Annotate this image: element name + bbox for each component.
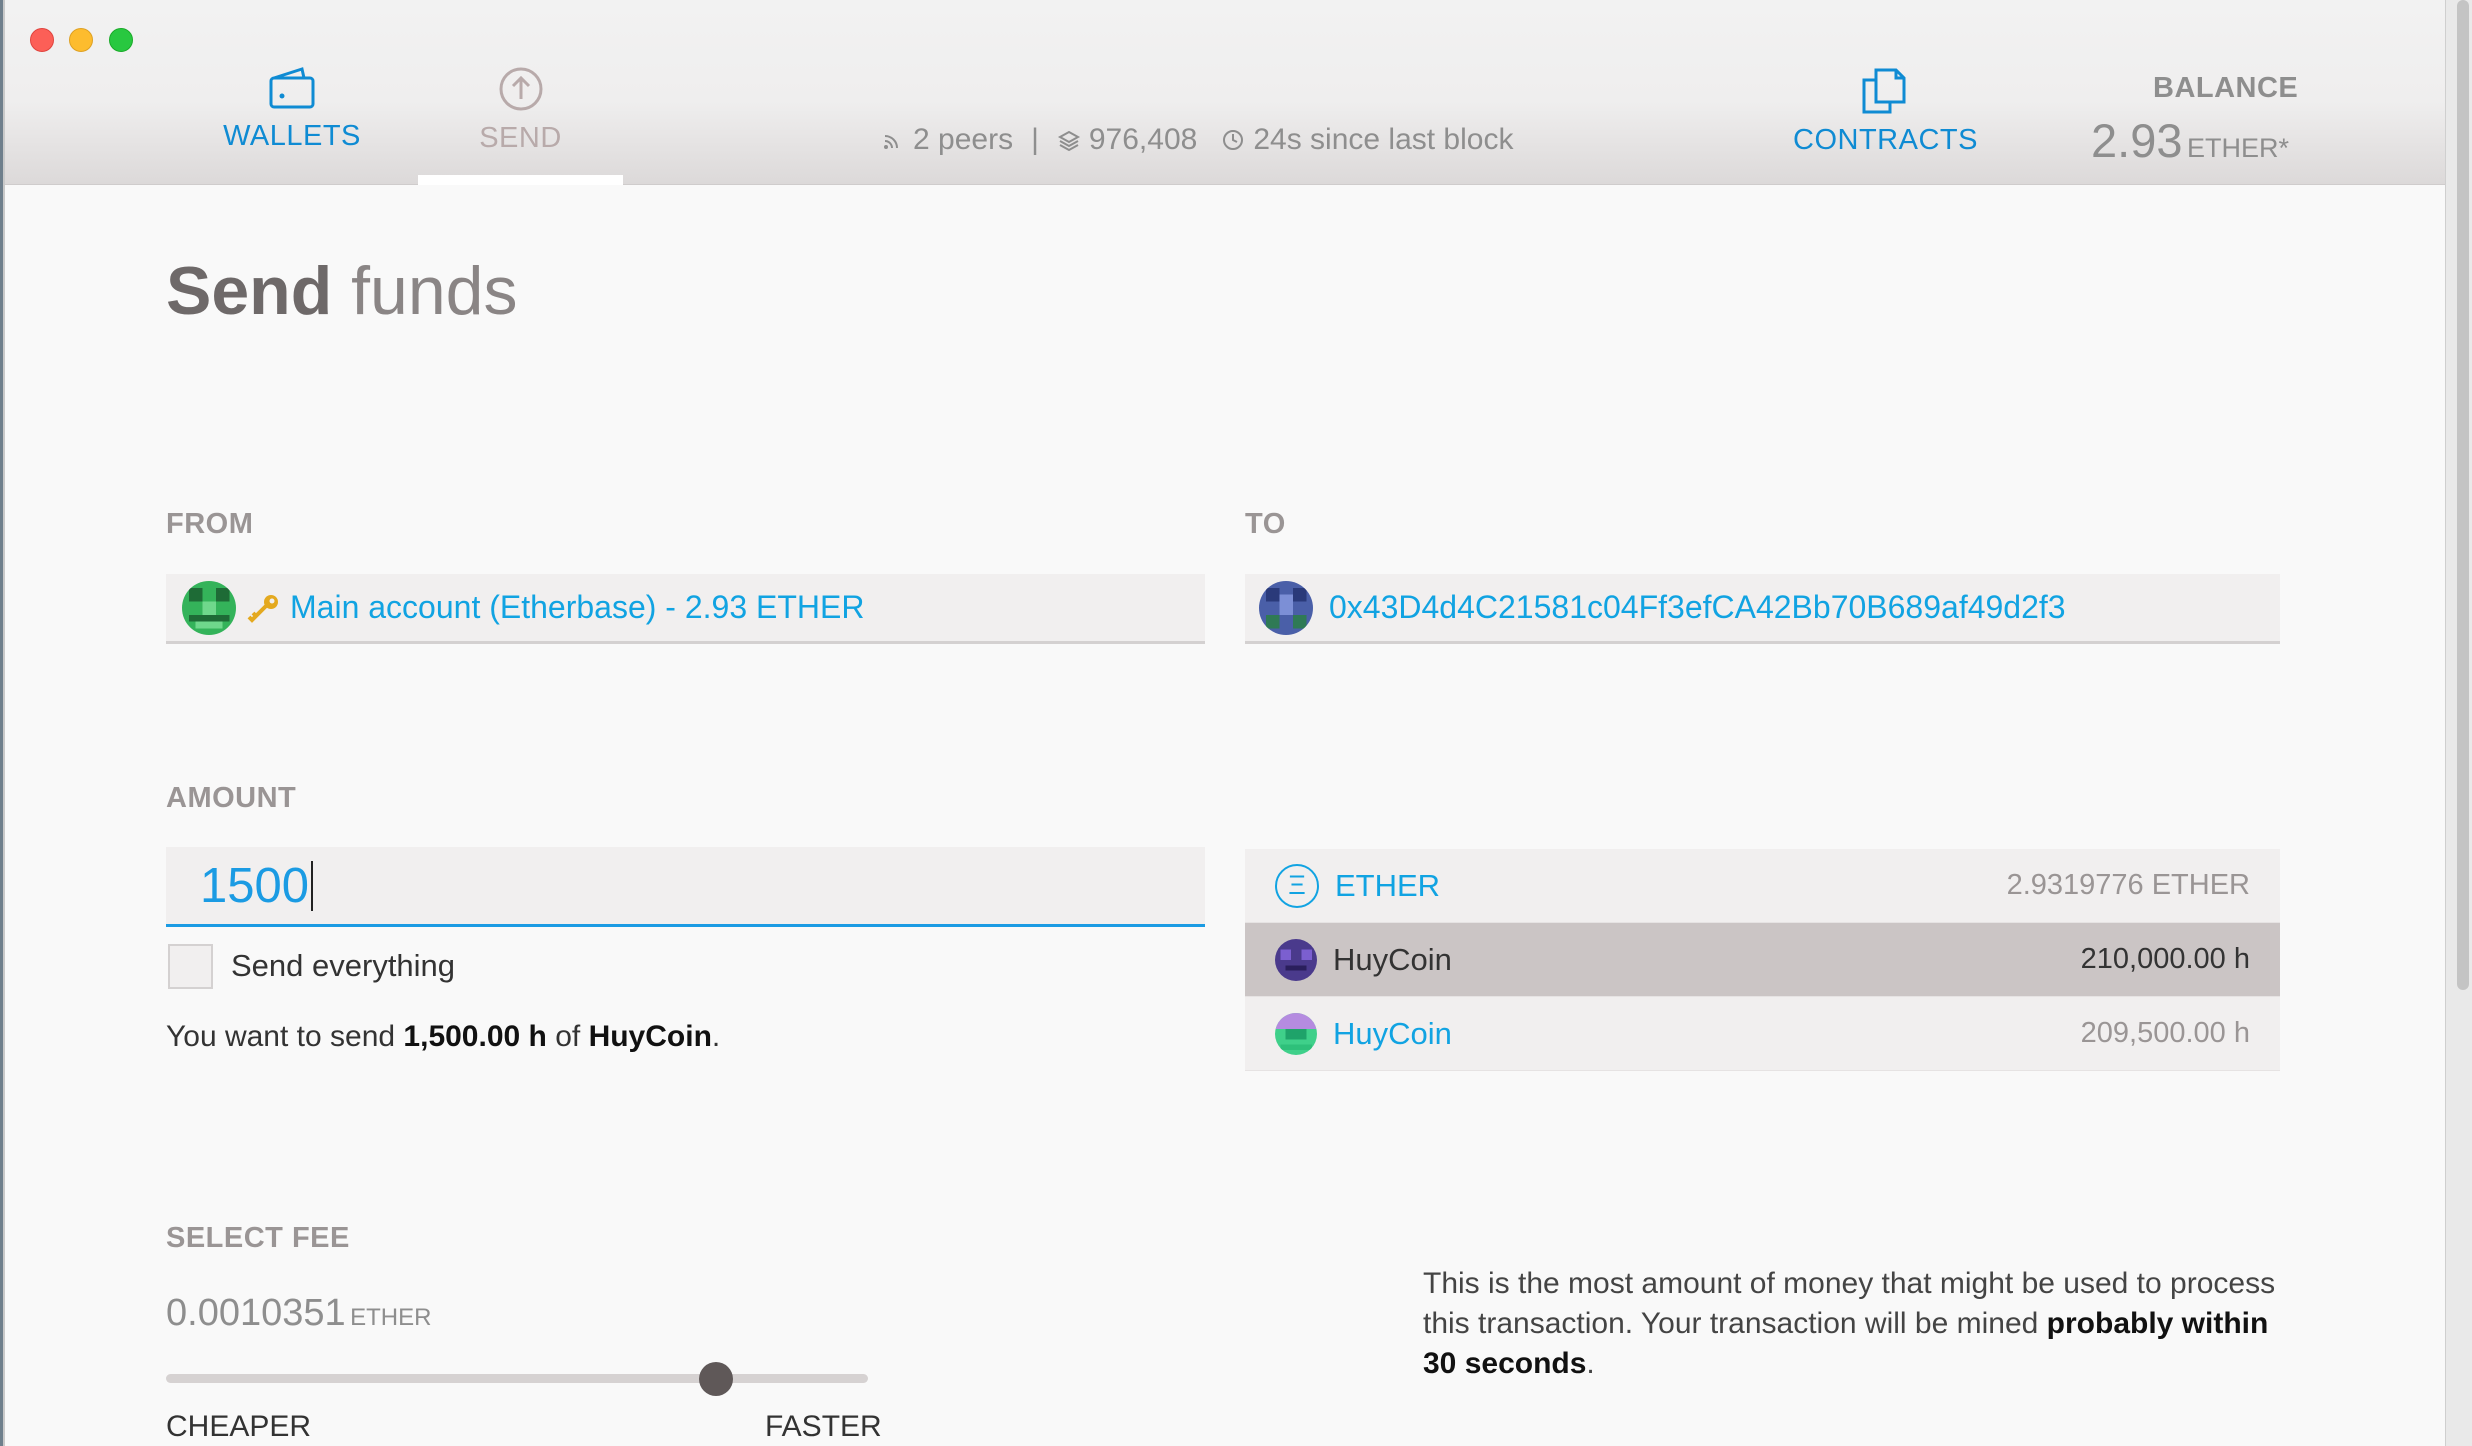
token-name: HuyCoin: [1333, 1015, 1452, 1051]
slider-max-label: FASTER: [765, 1410, 882, 1443]
time-since-block: 24s since last block: [1253, 123, 1514, 156]
fee-slider-thumb[interactable]: [699, 1362, 733, 1396]
to-address-avatar: [1259, 580, 1313, 635]
to-address-input[interactable]: 0x43D4d4C21581c04Ff3efCA42Bb70B689af49d2…: [1245, 574, 2280, 644]
scrollbar-area: [2445, 0, 2472, 1446]
amount-value: 1500: [200, 858, 310, 913]
token-name: HuyCoin: [1333, 941, 1452, 977]
peers-count: 2 peers: [913, 123, 1014, 156]
fee-value: 0.0010351: [166, 1292, 346, 1334]
token-option-huycoin[interactable]: HuyCoin 209,500.00 h: [1245, 997, 2280, 1071]
token-option-huycoin-selected[interactable]: HuyCoin 210,000.00 h: [1245, 923, 2280, 997]
nav-wallets-label: WALLETS: [223, 120, 361, 152]
fee-slider-track[interactable]: [166, 1374, 868, 1383]
balance-unit: ETHER*: [2186, 133, 2289, 163]
peers-icon: [884, 135, 898, 149]
summary-suffix: .: [711, 1020, 721, 1053]
zoom-window-button[interactable]: [109, 28, 133, 52]
ether-icon: Ξ: [1275, 863, 1319, 908]
status-divider: |: [1031, 123, 1039, 156]
token-balance: 2.9319776 ETHER: [2006, 869, 2250, 901]
page-title: Send funds: [166, 252, 518, 330]
text-caret: [311, 860, 314, 911]
fee-note-end: .: [1586, 1347, 1595, 1380]
fee-explanation: This is the most amount of money that mi…: [1423, 1264, 2303, 1384]
fee-amount: 0.0010351 ETHER: [166, 1292, 431, 1335]
balance-label: BALANCE: [2153, 72, 2299, 104]
app-window: WALLETS SEND 2 peers | 976,408 24s since…: [3, 0, 2445, 1446]
nav-send[interactable]: SEND: [418, 66, 623, 185]
amount-label: AMOUNT: [166, 782, 297, 814]
summary-token: HuyCoin: [588, 1020, 712, 1053]
nav-contracts[interactable]: CONTRACTS: [1793, 66, 1977, 157]
network-status: 2 peers | 976,408 24s since last block: [881, 123, 1513, 157]
send-arrow-icon: [499, 67, 542, 111]
to-address-value: 0x43D4d4C21581c04Ff3efCA42Bb70B689af49d2…: [1329, 589, 2066, 625]
amount-input[interactable]: 1500: [166, 847, 1205, 927]
token-balance: 210,000.00 h: [2080, 943, 2250, 975]
token-select-list: Ξ ETHER 2.9319776 ETHER HuyCoin 210,000.…: [1245, 849, 2280, 1071]
close-window-button[interactable]: [30, 28, 54, 52]
nav-send-label: SEND: [479, 122, 562, 154]
summary-mid: of: [546, 1020, 589, 1053]
minimize-window-button[interactable]: [69, 28, 93, 52]
token-balance: 209,500.00 h: [2080, 1017, 2250, 1049]
page-title-bold: Send: [166, 253, 333, 329]
token-option-ether[interactable]: Ξ ETHER 2.9319776 ETHER: [1245, 849, 2280, 923]
contracts-documents-icon: [1862, 68, 1906, 114]
nav-active-indicator: [418, 175, 623, 185]
from-label: FROM: [166, 508, 254, 540]
nav-contracts-label: CONTRACTS: [1793, 124, 1978, 156]
huycoin-purple-icon: [1275, 938, 1317, 981]
huycoin-green-icon: [1275, 1012, 1317, 1055]
fee-unit: ETHER: [350, 1304, 432, 1331]
from-account-select[interactable]: Main account (Etherbase) - 2.93 ETHER: [166, 574, 1205, 644]
token-name: ETHER: [1335, 867, 1441, 903]
to-label: TO: [1245, 508, 1286, 540]
select-fee-label: SELECT FEE: [166, 1222, 350, 1254]
from-account-name: Main account (Etherbase) - 2.93 ETHER: [290, 589, 865, 625]
summary-amount: 1,500.00 h: [403, 1020, 547, 1053]
balance-value: 2.93 ETHER*: [2091, 113, 2289, 168]
send-everything-checkbox[interactable]: [168, 944, 213, 989]
send-everything-label: Send everything: [231, 948, 456, 983]
summary-prefix: You want to send: [166, 1020, 404, 1053]
wallet-icon: [269, 67, 315, 109]
nav-wallets[interactable]: WALLETS: [208, 66, 376, 153]
page-title-light: funds: [332, 253, 518, 329]
top-nav-bar: WALLETS SEND 2 peers | 976,408 24s since…: [3, 0, 2445, 185]
key-icon: [247, 594, 278, 623]
scrollbar-thumb[interactable]: [2457, 0, 2469, 990]
slider-min-label: CHEAPER: [166, 1410, 312, 1443]
block-number: 976,408: [1088, 123, 1198, 156]
balance-amount: 2.93: [2091, 114, 2183, 167]
blocks-layers-icon: [1057, 130, 1080, 152]
from-account-avatar: [182, 580, 236, 635]
clock-icon: [1223, 130, 1244, 150]
send-summary: You want to send 1,500.00 h of HuyCoin.: [166, 1020, 720, 1054]
